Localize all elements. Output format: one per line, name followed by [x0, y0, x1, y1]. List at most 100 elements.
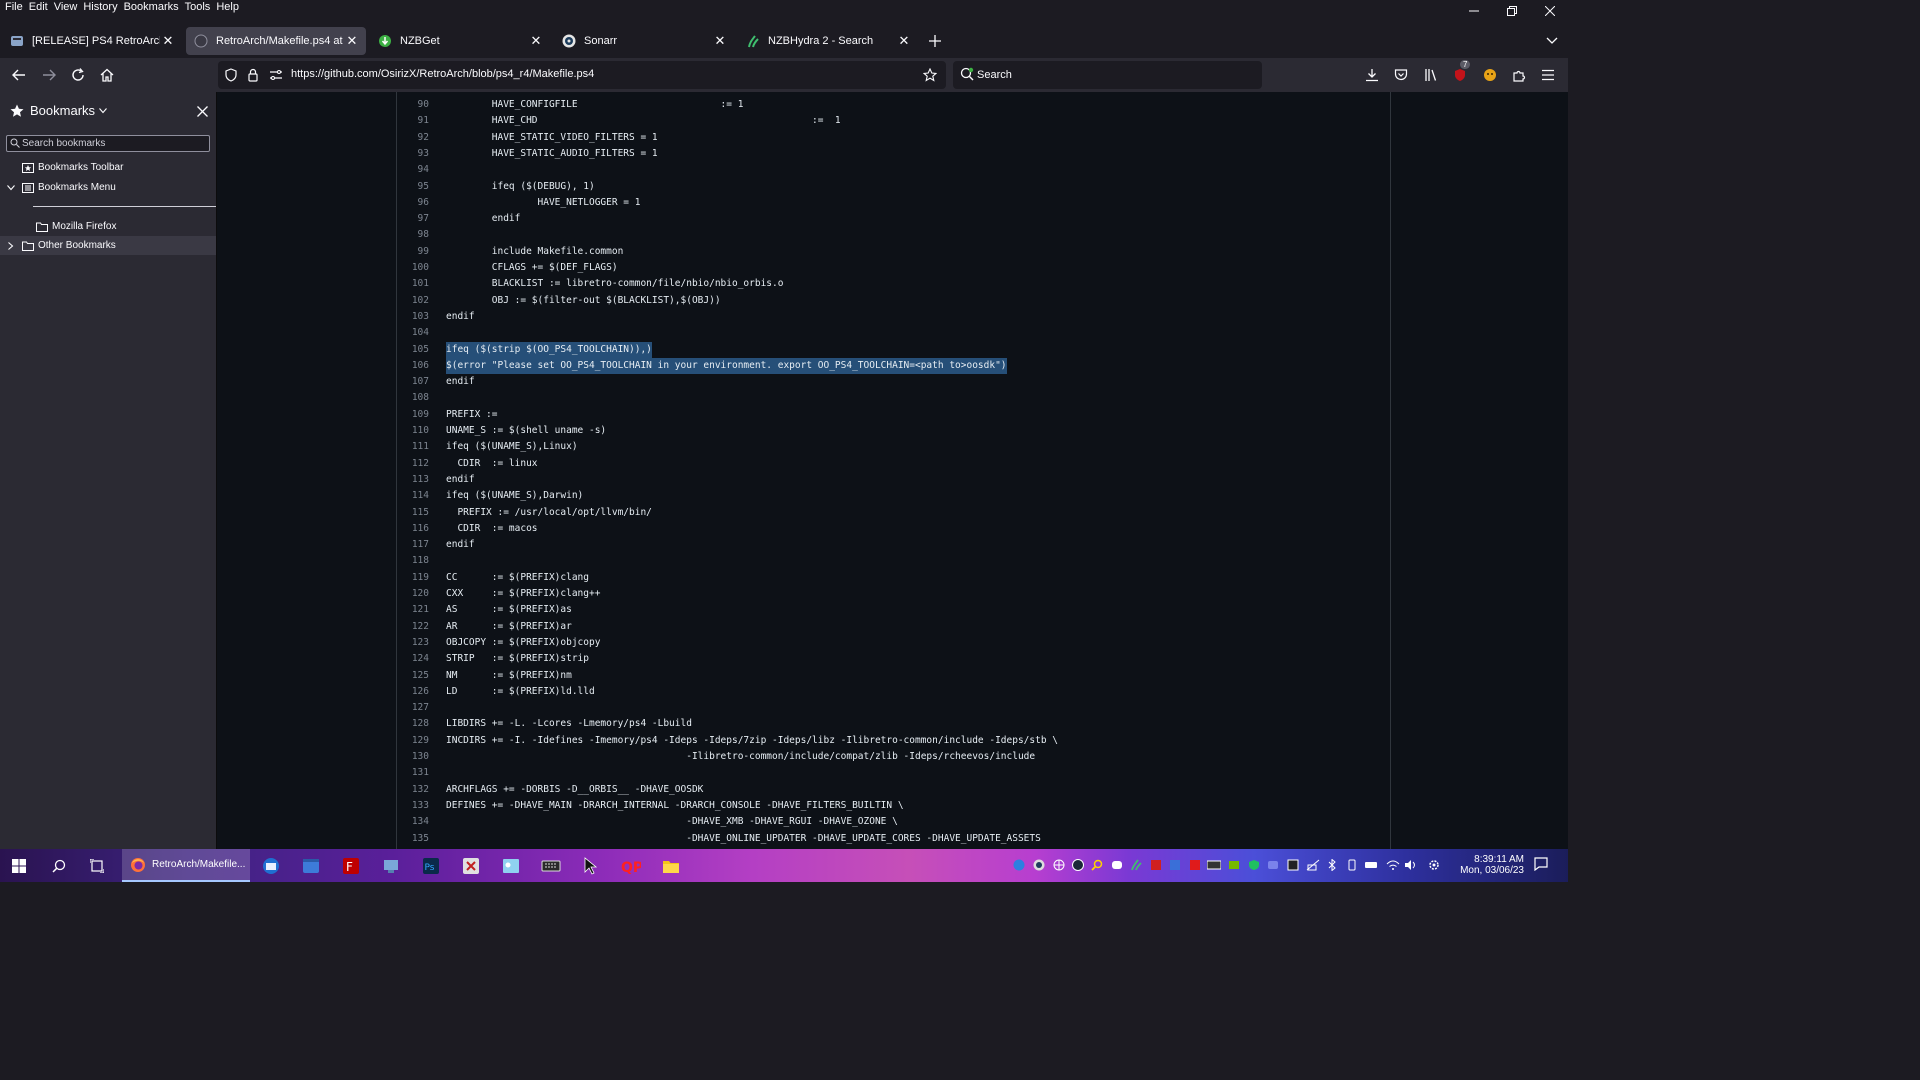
menu-file[interactable]: File [5, 1, 23, 13]
tray-discord-icon[interactable] [1110, 858, 1124, 872]
back-button[interactable] [7, 63, 31, 87]
permissions-icon[interactable] [268, 67, 284, 83]
tray-nvidia-icon[interactable] [1227, 858, 1241, 872]
line-number[interactable]: 103 [397, 309, 429, 325]
line-number[interactable]: 110 [397, 423, 429, 439]
line-number[interactable]: 111 [397, 439, 429, 455]
tray-wifi-icon[interactable] [1386, 858, 1400, 872]
url-text[interactable]: https://github.com/OsirizX/RetroArch/blo… [291, 68, 594, 80]
line-number[interactable]: 124 [397, 651, 429, 667]
line-number[interactable]: 127 [397, 700, 429, 716]
tray-sonarr-icon[interactable] [1032, 858, 1046, 872]
menu-bookmarks[interactable]: Bookmarks [124, 1, 179, 13]
line-number[interactable]: 121 [397, 602, 429, 618]
url-bar[interactable]: https://github.com/OsirizX/RetroArch/blo… [218, 61, 946, 89]
line-number[interactable]: 125 [397, 668, 429, 684]
tab-sonarr[interactable]: Sonarr ✕ [554, 27, 734, 55]
close-window-button[interactable] [1531, 0, 1569, 22]
line-number[interactable]: 115 [397, 505, 429, 521]
tray-steam-icon[interactable] [1071, 858, 1085, 872]
tray-b-app-icon[interactable] [1286, 858, 1300, 872]
line-number[interactable]: 119 [397, 570, 429, 586]
line-number[interactable]: 130 [397, 749, 429, 765]
line-number[interactable]: 108 [397, 390, 429, 406]
search-bar[interactable]: Search [953, 61, 1262, 89]
tracking-protection-shield-icon[interactable] [223, 67, 239, 83]
tab-close-icon[interactable]: ✕ [344, 33, 360, 49]
tree-item-bookmarks-toolbar[interactable]: Bookmarks Toolbar [0, 158, 216, 177]
line-number[interactable]: 134 [397, 814, 429, 830]
search-engine-icon[interactable] [960, 67, 974, 81]
tray-sabnzbd-icon[interactable] [1207, 858, 1221, 872]
line-number[interactable]: 96 [397, 195, 429, 211]
line-number[interactable]: 97 [397, 211, 429, 227]
line-number[interactable]: 123 [397, 635, 429, 651]
bookmark-star-icon[interactable] [922, 67, 938, 83]
line-number[interactable]: 104 [397, 325, 429, 341]
app-menu-button[interactable] [1536, 63, 1560, 87]
sidebar-switcher[interactable]: Bookmarks [10, 103, 107, 118]
line-number[interactable]: 109 [397, 407, 429, 423]
taskbar-thunderbird[interactable] [254, 849, 288, 882]
tree-item-mozilla-firefox[interactable]: Mozilla Firefox [0, 217, 216, 236]
tray-bluetooth-device-icon[interactable] [1325, 858, 1339, 872]
chevron-right-icon[interactable] [6, 241, 16, 251]
tray-nzbhydra-icon[interactable] [1129, 858, 1143, 872]
line-number[interactable]: 93 [397, 146, 429, 162]
line-number[interactable]: 114 [397, 488, 429, 504]
line-number[interactable]: 107 [397, 374, 429, 390]
ublock-extension-button[interactable]: 7 [1448, 60, 1472, 87]
line-number[interactable]: 90 [397, 97, 429, 113]
line-number[interactable]: 101 [397, 276, 429, 292]
menu-help[interactable]: Help [216, 1, 239, 13]
tray-settings-icon[interactable] [1427, 858, 1441, 872]
task-view-button[interactable] [80, 849, 114, 882]
tab-close-icon[interactable]: ✕ [528, 33, 544, 49]
tab-nzbhydra[interactable]: NZBHydra 2 - Search ✕ [738, 27, 918, 55]
line-number[interactable]: 131 [397, 765, 429, 781]
new-tab-button[interactable] [923, 29, 947, 53]
notification-center-icon[interactable] [1534, 857, 1548, 871]
line-number[interactable]: 116 [397, 521, 429, 537]
system-clock[interactable]: 8:39:11 AM Mon, 03/06/23 [1450, 854, 1524, 876]
taskbar-firefox-window[interactable]: RetroArch/Makefile... [122, 849, 250, 882]
home-button[interactable] [95, 63, 119, 87]
tray-usb-icon[interactable] [1345, 858, 1359, 872]
tray-volume-icon[interactable] [1404, 858, 1418, 872]
taskbar-app-window[interactable] [294, 849, 328, 882]
reload-button[interactable] [66, 63, 90, 87]
tab-close-icon[interactable]: ✕ [712, 33, 728, 49]
line-number[interactable]: 122 [397, 619, 429, 635]
downloads-button[interactable] [1360, 63, 1384, 87]
tab-github-makefile[interactable]: RetroArch/Makefile.ps4 at ps4_r ✕ [186, 27, 366, 55]
line-number[interactable]: 113 [397, 472, 429, 488]
extensions-button[interactable] [1507, 63, 1531, 87]
line-number[interactable]: 128 [397, 716, 429, 732]
taskbar-excel-app[interactable] [454, 849, 488, 882]
line-number[interactable]: 106 [397, 358, 429, 374]
tab-close-icon[interactable]: ✕ [160, 33, 176, 49]
library-button[interactable] [1419, 63, 1443, 87]
line-number[interactable]: 126 [397, 684, 429, 700]
tab-release-ps4[interactable]: [RELEASE] PS4 RetroArch Port ( ✕ [2, 27, 182, 55]
tray-green-shield-icon[interactable] [1247, 858, 1261, 872]
taskbar-network-app[interactable] [374, 849, 408, 882]
menu-edit[interactable]: Edit [29, 1, 48, 13]
start-button[interactable] [2, 849, 36, 882]
line-number[interactable]: 98 [397, 227, 429, 243]
minimize-button[interactable] [1455, 0, 1493, 22]
line-number[interactable]: 91 [397, 113, 429, 129]
tray-adobe-icon[interactable] [1188, 858, 1202, 872]
tray-search-icon[interactable] [1090, 858, 1104, 872]
tray-bluetooth-icon[interactable] [1012, 858, 1026, 872]
line-number[interactable]: 120 [397, 586, 429, 602]
menu-history[interactable]: History [83, 1, 117, 13]
taskbar-file-explorer[interactable] [654, 849, 688, 882]
taskbar-photoshop[interactable]: Ps [414, 849, 448, 882]
taskbar-paint-app[interactable] [494, 849, 528, 882]
tree-item-bookmarks-menu[interactable]: Bookmarks Menu [0, 178, 216, 197]
line-number[interactable]: 95 [397, 179, 429, 195]
forward-button[interactable] [37, 63, 61, 87]
extension-button[interactable] [1478, 63, 1502, 87]
line-number[interactable]: 129 [397, 733, 429, 749]
